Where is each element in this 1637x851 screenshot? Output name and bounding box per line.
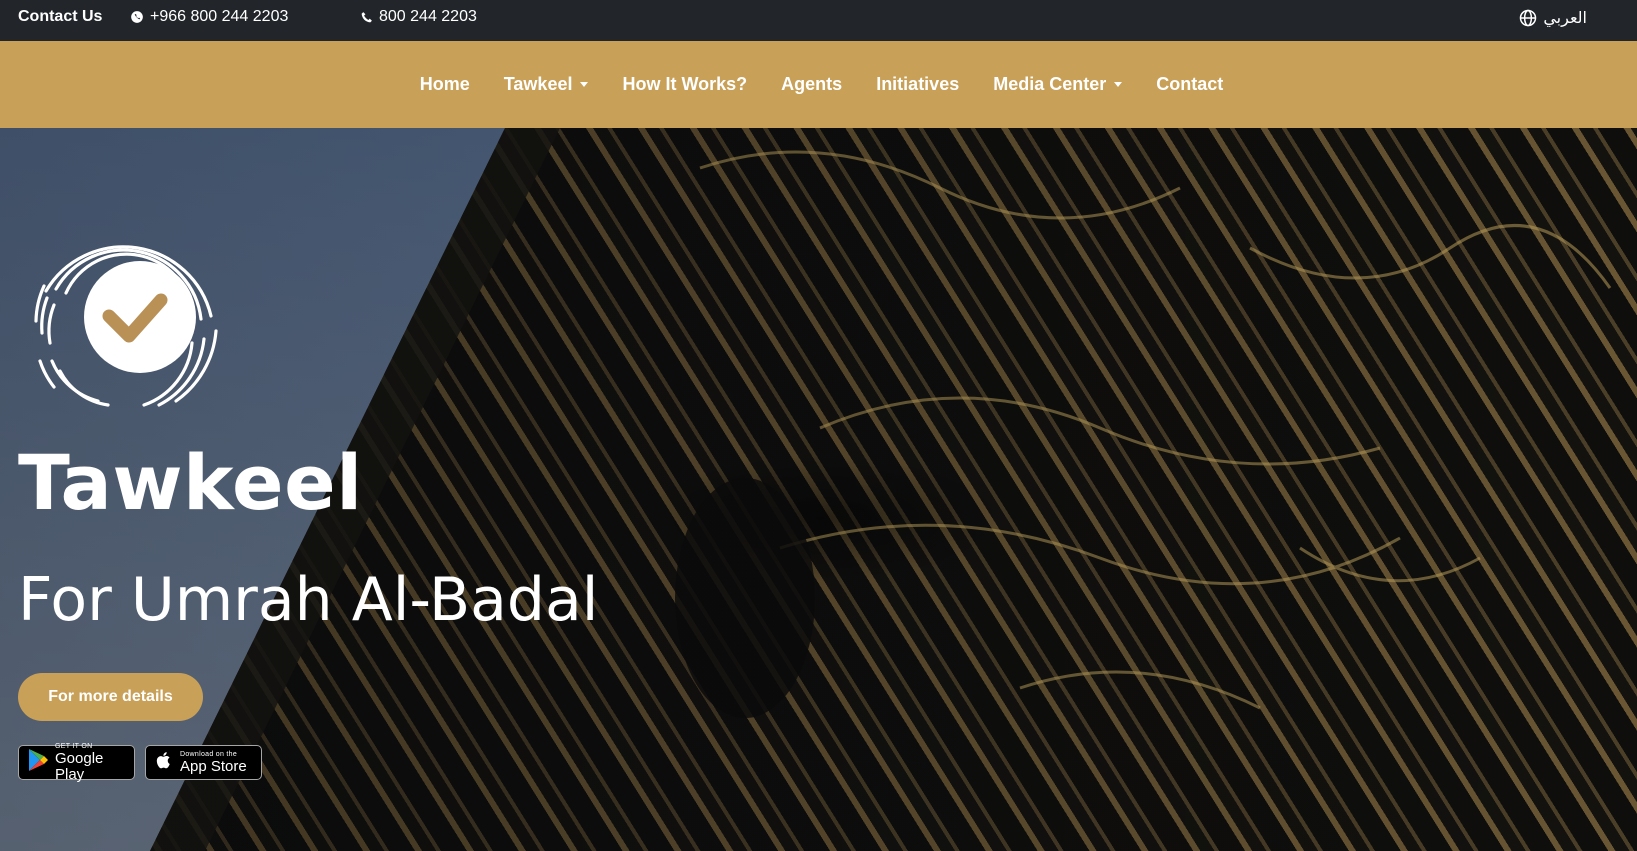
nav-item-media-center[interactable]: Media Center xyxy=(976,74,1139,95)
contact-us-link[interactable]: Contact Us xyxy=(18,8,102,26)
language-switch[interactable]: العربي xyxy=(1519,8,1587,28)
nav-item-label: Home xyxy=(419,74,470,94)
hero-title: Tawkeel xyxy=(18,438,363,527)
top-bar: Contact Us +966 800 244 2203 800 244 220… xyxy=(0,0,1637,41)
whatsapp-icon xyxy=(130,10,144,24)
language-label: العربي xyxy=(1543,10,1587,27)
nav-item-contact[interactable]: Contact xyxy=(1139,74,1240,95)
phone-link[interactable]: 800 244 2203 xyxy=(360,8,477,26)
google-play-big-text: Google Play xyxy=(55,749,104,783)
hero-banner: Tawkeel For Umrah Al-Badal For more deta… xyxy=(0,128,1637,851)
google-play-badge[interactable]: GET IT ON Google Play xyxy=(18,743,135,783)
hero-subtitle: For Umrah Al-Badal xyxy=(18,565,599,635)
nav-item-label: Tawkeel xyxy=(503,74,573,94)
nav-item-label: Contact xyxy=(1156,74,1224,94)
nav-item-agents[interactable]: Agents xyxy=(764,74,859,95)
app-store-big-text: App Store xyxy=(180,757,247,775)
nav-item-label: Initiatives xyxy=(876,74,960,94)
contact-us-label: Contact Us xyxy=(18,8,103,25)
app-store-badge[interactable]: Download on the App Store xyxy=(145,745,262,780)
apple-icon xyxy=(154,749,174,776)
nav-item-tawkeel[interactable]: Tawkeel xyxy=(487,74,606,95)
nav-item-label: Media Center xyxy=(993,74,1107,94)
whatsapp-number: +966 800 244 2203 xyxy=(150,8,289,25)
fingerprint-check-icon xyxy=(16,211,228,423)
caret-down-icon xyxy=(580,82,589,87)
main-navigation: Home Tawkeel How It Works? Agents Initiative… xyxy=(0,41,1637,128)
nav-item-how-it-works[interactable]: How It Works? xyxy=(605,74,764,95)
whatsapp-link[interactable]: +966 800 244 2203 xyxy=(130,8,288,26)
google-play-icon xyxy=(27,748,49,777)
more-details-button[interactable]: For more details xyxy=(18,673,203,721)
phone-number: 800 244 2203 xyxy=(379,8,477,25)
nav-item-home[interactable]: Home xyxy=(403,74,487,95)
nav-item-initiatives[interactable]: Initiatives xyxy=(859,74,976,95)
globe-icon xyxy=(1519,9,1537,27)
nav-item-label: How It Works? xyxy=(622,74,748,94)
phone-icon xyxy=(360,11,373,24)
caret-down-icon xyxy=(1114,82,1123,87)
nav-item-label: Agents xyxy=(781,74,843,94)
nav-list: Home Tawkeel How It Works? Agents Initiative… xyxy=(0,41,1637,128)
